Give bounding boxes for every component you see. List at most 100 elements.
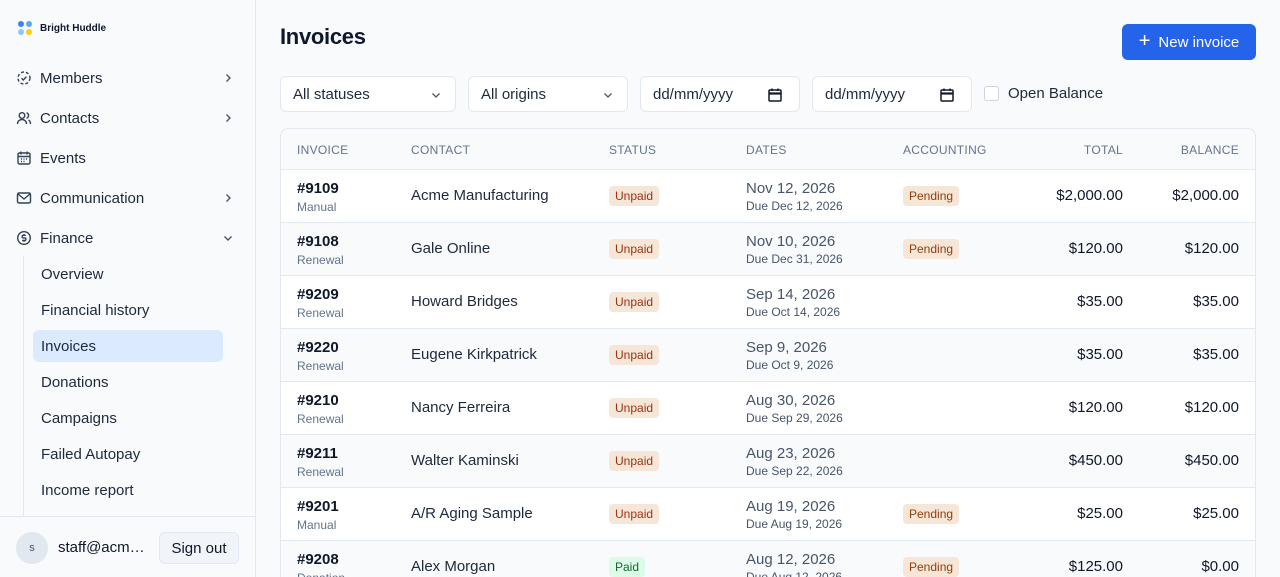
user-email: staff@acme.org (58, 539, 150, 556)
origin-filter-select[interactable]: All origins (468, 76, 628, 112)
brand-logo[interactable]: Bright Huddle (18, 20, 106, 36)
invoice-origin: Renewal (297, 412, 344, 426)
sidebar: Bright Huddle Members Contacts Events Co… (0, 0, 256, 577)
avatar[interactable]: s (16, 532, 48, 564)
invoice-origin: Donation (297, 571, 345, 577)
column-header-total[interactable]: TOTAL (1043, 143, 1123, 157)
user-bar: s staff@acme.org Sign out (0, 516, 256, 577)
sidebar-subitem-income-report[interactable]: Income report (33, 474, 223, 506)
chevron-right-icon (220, 70, 236, 86)
invoice-date: Nov 10, 2026 (746, 233, 836, 250)
finance-icon (16, 230, 32, 246)
invoice-date: Nov 12, 2026 (746, 180, 836, 197)
due-date: Due Dec 31, 2026 (746, 252, 843, 266)
table-row[interactable]: #9108 Renewal Gale Online Unpaid Nov 10, 202… (281, 223, 1255, 276)
contact-name[interactable]: A/R Aging Sample (411, 505, 533, 522)
contact-name[interactable]: Alex Morgan (411, 558, 495, 575)
status-badge: Unpaid (609, 345, 660, 365)
invoice-date: Aug 12, 2026 (746, 551, 836, 568)
sidebar-subitem-donations[interactable]: Donations (33, 366, 223, 398)
calendar-icon[interactable] (939, 87, 955, 103)
column-header-status[interactable]: STATUS (609, 143, 656, 157)
contact-name[interactable]: Eugene Kirkpatrick (411, 346, 537, 363)
contact-name[interactable]: Howard Bridges (411, 293, 518, 310)
sidebar-item-contacts[interactable]: Contacts (16, 105, 240, 131)
sidebar-item-communication[interactable]: Communication (16, 185, 240, 211)
date-to-input[interactable]: dd/mm/yyyy (812, 76, 972, 112)
table-row[interactable]: #9208 Donation Alex Morgan Paid Aug 12, 2026… (281, 541, 1255, 577)
invoice-number[interactable]: #9220 (297, 339, 339, 356)
table-row[interactable]: #9109 Manual Acme Manufacturing Unpaid Nov 1… (281, 170, 1255, 223)
column-header-accounting[interactable]: ACCOUNTING (903, 143, 987, 157)
column-header-contact[interactable]: CONTACT (411, 143, 470, 157)
contact-name[interactable]: Gale Online (411, 240, 490, 257)
status-filter-select[interactable]: All statuses (280, 76, 456, 112)
mail-icon (16, 190, 32, 206)
invoice-balance: $35.00 (1193, 293, 1239, 310)
invoice-total: $120.00 (1068, 240, 1123, 257)
contact-name[interactable]: Acme Manufacturing (411, 187, 549, 204)
sidebar-subitem-failed-autopay[interactable]: Failed Autopay (33, 438, 223, 470)
due-date: Due Oct 14, 2026 (746, 305, 841, 319)
table-row[interactable]: #9209 Renewal Howard Bridges Unpaid Sep 14, … (281, 276, 1255, 329)
invoice-date: Aug 23, 2026 (746, 445, 836, 462)
invoice-balance: $450.00 (1184, 452, 1239, 469)
invoice-balance: $35.00 (1193, 346, 1239, 363)
invoice-origin: Renewal (297, 465, 344, 479)
column-header-invoice[interactable]: INVOICE (297, 143, 348, 157)
date-from-input[interactable]: dd/mm/yyyy (640, 76, 800, 112)
table-header: INVOICE CONTACT STATUS DATES ACCOUNTING … (281, 129, 1255, 170)
open-balance-label: Open Balance (1008, 85, 1104, 102)
accounting-badge: Pending (903, 557, 960, 577)
column-header-dates[interactable]: DATES (746, 143, 787, 157)
invoice-number[interactable]: #9209 (297, 286, 339, 303)
status-badge: Unpaid (609, 504, 660, 524)
invoice-number[interactable]: #9211 (297, 445, 338, 462)
invoice-balance: $0.00 (1201, 558, 1239, 575)
plus-icon: + (1138, 30, 1151, 52)
invoice-number[interactable]: #9108 (297, 233, 339, 250)
calendar-icon[interactable] (767, 87, 783, 103)
table-row[interactable]: #9201 Manual A/R Aging Sample Unpaid Aug 19,… (281, 488, 1255, 541)
due-date: Due Dec 12, 2026 (746, 199, 843, 213)
logo-icon (18, 20, 33, 36)
chevron-down-icon (429, 88, 443, 102)
invoice-number[interactable]: #9210 (297, 392, 339, 409)
sidebar-item-label: Finance (40, 229, 94, 247)
sidebar-subitem-financial-history[interactable]: Financial history (33, 294, 223, 326)
contact-name[interactable]: Walter Kaminski (411, 452, 519, 469)
sidebar-subitem-campaigns[interactable]: Campaigns (33, 402, 223, 434)
table-row[interactable]: #9211 Renewal Walter Kaminski Unpaid Aug 23,… (281, 435, 1255, 488)
invoice-number[interactable]: #9201 (297, 498, 339, 515)
sidebar-item-label: Contacts (40, 109, 100, 127)
new-invoice-button[interactable]: + New invoice (1122, 24, 1256, 60)
sidebar-item-members[interactable]: Members (16, 65, 240, 91)
invoice-balance: $120.00 (1184, 399, 1239, 416)
due-date: Due Sep 29, 2026 (746, 411, 843, 425)
invoice-number[interactable]: #9109 (297, 180, 339, 197)
table-row[interactable]: #9220 Renewal Eugene Kirkpatrick Unpaid Sep … (281, 329, 1255, 382)
accounting-badge: Pending (903, 239, 960, 259)
open-balance-checkbox[interactable] (984, 86, 999, 101)
status-badge: Unpaid (609, 398, 660, 418)
due-date: Due Aug 12, 2026 (746, 570, 843, 577)
invoice-balance: $2,000.00 (1172, 187, 1239, 204)
contact-name[interactable]: Nancy Ferreira (411, 399, 510, 416)
invoice-number[interactable]: #9208 (297, 551, 339, 568)
chevron-right-icon (220, 190, 236, 206)
open-balance-toggle[interactable]: Open Balance (984, 85, 1103, 102)
chevron-down-icon (220, 230, 236, 246)
invoice-total: $450.00 (1068, 452, 1123, 469)
invoice-date: Sep 14, 2026 (746, 286, 836, 303)
sign-out-button[interactable]: Sign out (159, 532, 239, 564)
sidebar-item-finance[interactable]: Finance (16, 225, 240, 251)
table-row[interactable]: #9210 Renewal Nancy Ferreira Unpaid Aug 30, … (281, 382, 1255, 435)
column-header-balance[interactable]: BALANCE (1159, 143, 1239, 157)
sidebar-item-events[interactable]: Events (16, 145, 240, 171)
sidebar-subitem-overview[interactable]: Overview (33, 258, 223, 290)
status-badge: Unpaid (609, 451, 660, 471)
invoice-origin: Manual (297, 200, 337, 214)
members-icon (16, 70, 32, 86)
sidebar-subitem-invoices[interactable]: Invoices (33, 330, 223, 362)
chevron-right-icon (220, 110, 236, 126)
